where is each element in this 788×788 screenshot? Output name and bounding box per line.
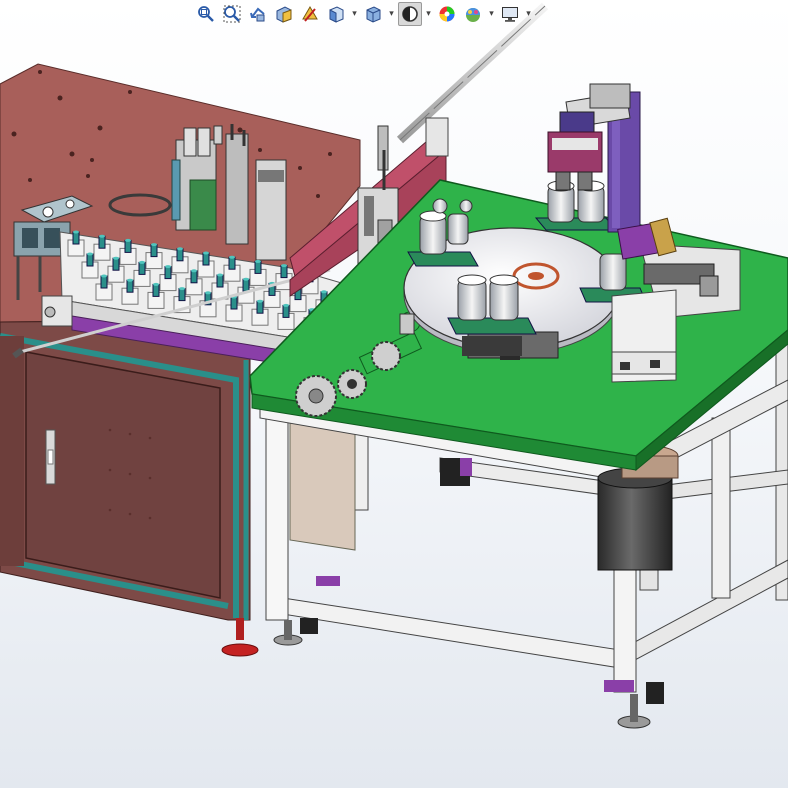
previous-view-icon	[250, 7, 265, 22]
chevron-down-icon[interactable]: ▾	[487, 3, 496, 25]
clamp-station-rear	[534, 180, 618, 231]
view-settings-button[interactable]	[498, 2, 522, 26]
apply-scene-button[interactable]	[461, 2, 485, 26]
section-view-icon	[276, 6, 292, 23]
zoom-to-area-icon	[223, 5, 241, 23]
chevron-down-icon[interactable]: ▾	[424, 3, 433, 25]
cad-graphics-area[interactable]	[0, 0, 788, 788]
chevron-down-icon[interactable]: ▾	[350, 3, 359, 25]
edit-appearance-icon	[439, 6, 455, 22]
chevron-down-icon[interactable]: ▾	[524, 3, 533, 25]
guide-block	[399, 313, 415, 335]
display-style-icon	[366, 6, 381, 23]
view-settings-icon	[502, 7, 518, 22]
dynamic-annotation-views-button[interactable]	[298, 2, 322, 26]
hide-show-items-icon	[402, 6, 418, 22]
hide-show-items-button[interactable]	[398, 2, 422, 26]
view-orientation-button[interactable]	[324, 2, 348, 26]
view-orientation-icon	[329, 6, 344, 23]
sprocket-front	[295, 375, 337, 417]
edit-appearance-button[interactable]	[435, 2, 459, 26]
display-style-button[interactable]	[361, 2, 385, 26]
apply-scene-icon	[466, 8, 480, 22]
heads-up-view-toolbar: ▾ ▾ ▾ ▾ ▾	[194, 0, 533, 28]
section-view-button[interactable]	[272, 2, 296, 26]
cabinet-foot	[221, 618, 259, 657]
zoom-to-area-button[interactable]	[220, 2, 244, 26]
zoom-to-fit-button[interactable]	[194, 2, 218, 26]
dynamic-annotation-views-icon	[302, 6, 318, 22]
zoom-to-fit-icon	[198, 6, 214, 22]
chevron-down-icon[interactable]: ▾	[387, 3, 396, 25]
previous-view-button[interactable]	[246, 2, 270, 26]
